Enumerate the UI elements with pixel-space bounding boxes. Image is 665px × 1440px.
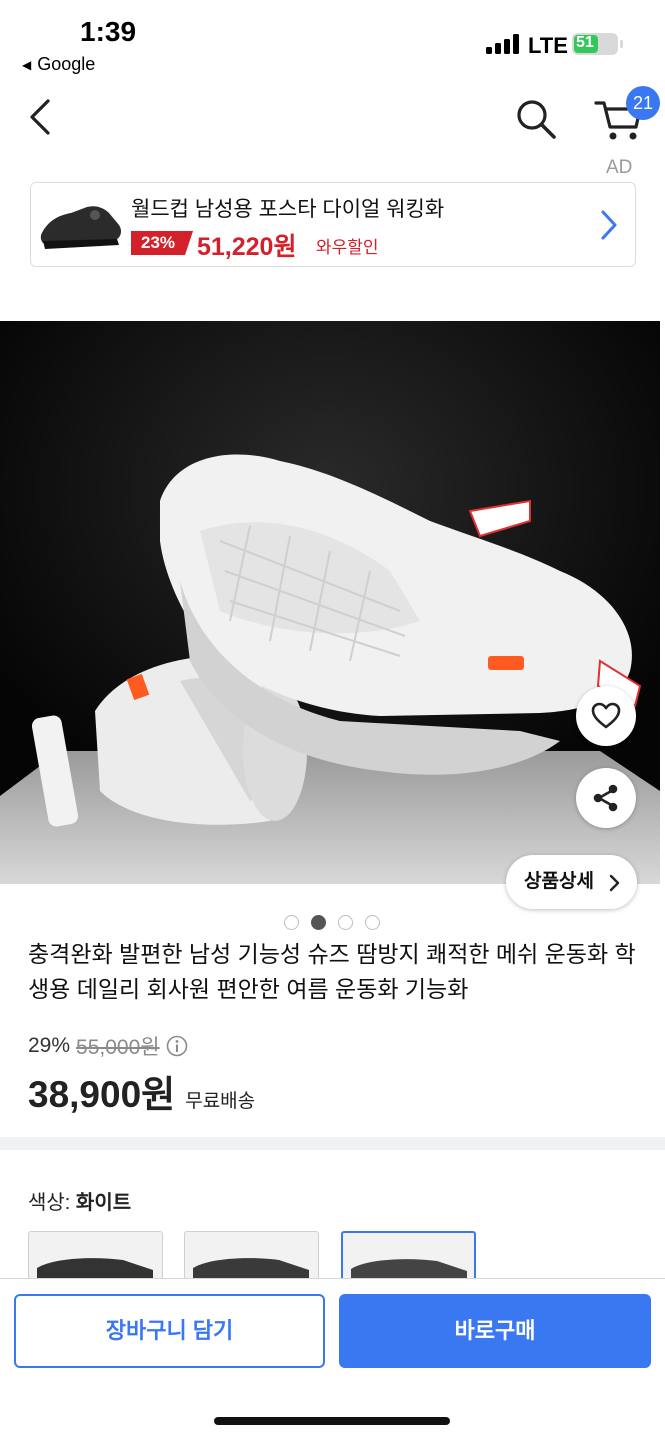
status-time: 1:39 (80, 16, 137, 47)
home-indicator[interactable] (214, 1417, 450, 1425)
discount-rate: 29% (28, 1034, 71, 1057)
buy-now-button[interactable]: 바로구매 (339, 1294, 651, 1368)
carousel-dot[interactable] (365, 915, 380, 930)
ad-promo-label: 와우할인 (316, 238, 379, 257)
ad-label: AD (606, 157, 633, 178)
product-title: 충격완화 발편한 남성 기능성 슈즈 땀방지 쾌적한 메쉬 운동화 학생용 데일… (28, 941, 636, 1002)
search-icon[interactable] (512, 95, 560, 143)
info-icon[interactable] (166, 1035, 188, 1057)
ad-discount-badge: 23% (131, 231, 193, 255)
final-price-row: 38,900원 무료배송 (28, 1064, 255, 1118)
cellular-signal-icon (486, 34, 519, 54)
chevron-right-icon (609, 874, 620, 892)
back-arrow-icon[interactable] (20, 95, 64, 139)
ad-banner[interactable]: 월드컵 남성용 포스타 다이얼 워킹화 23% 51,220원 와우할인 (30, 182, 636, 267)
price-row: 29% 55,000원 (28, 1031, 188, 1061)
network-type: LTE (528, 33, 568, 58)
color-option-thumbnail-selected[interactable] (341, 1231, 476, 1281)
sneaker-thumbnail (37, 1258, 153, 1280)
share-button[interactable] (576, 768, 636, 828)
status-bar: 1:39 ◀ Google LTE 51 (0, 0, 665, 80)
color-option-label: 색상: 화이트 (28, 1186, 131, 1215)
app-header (0, 85, 665, 155)
chevron-right-icon[interactable] (596, 207, 622, 243)
sneaker-thumbnail (193, 1258, 309, 1280)
bottom-action-bar: 장바구니 담기 바로구매 (0, 1278, 665, 1440)
back-app-label: Google (37, 54, 96, 74)
like-button[interactable] (576, 686, 636, 746)
battery-icon: 51 (572, 33, 623, 55)
sneaker-photo (0, 321, 660, 884)
color-option-thumbnail[interactable] (28, 1231, 163, 1281)
ad-title: 월드컵 남성용 포스타 다이얼 워킹화 (131, 198, 445, 221)
heart-icon (591, 702, 621, 729)
ad-product-thumbnail (40, 206, 121, 249)
product-detail-button[interactable]: 상품상세 (506, 855, 637, 909)
product-detail-label: 상품상세 (524, 871, 594, 892)
final-price: 38,900원 (28, 1074, 176, 1115)
back-to-app-link[interactable]: ◀ Google (22, 54, 95, 75)
add-to-cart-button[interactable]: 장바구니 담기 (14, 1294, 325, 1368)
color-label-prefix: 색상: (28, 1192, 71, 1214)
ad-price: 51,220원 (197, 233, 297, 261)
carousel-dot-active[interactable] (311, 915, 326, 930)
product-image-carousel[interactable] (0, 321, 660, 884)
color-option-thumbnail[interactable] (184, 1231, 319, 1281)
selected-color: 화이트 (75, 1192, 132, 1214)
section-divider (0, 1137, 665, 1150)
carousel-indicator (284, 915, 380, 930)
shipping-info: 무료배송 (185, 1091, 256, 1112)
carousel-dot[interactable] (338, 915, 353, 930)
cart-count-badge: 21 (626, 86, 660, 120)
carousel-dot[interactable] (284, 915, 299, 930)
battery-level: 51 (576, 34, 594, 51)
back-triangle-icon: ◀ (22, 57, 32, 72)
share-icon (593, 784, 618, 812)
original-price: 55,000원 (76, 1036, 160, 1059)
